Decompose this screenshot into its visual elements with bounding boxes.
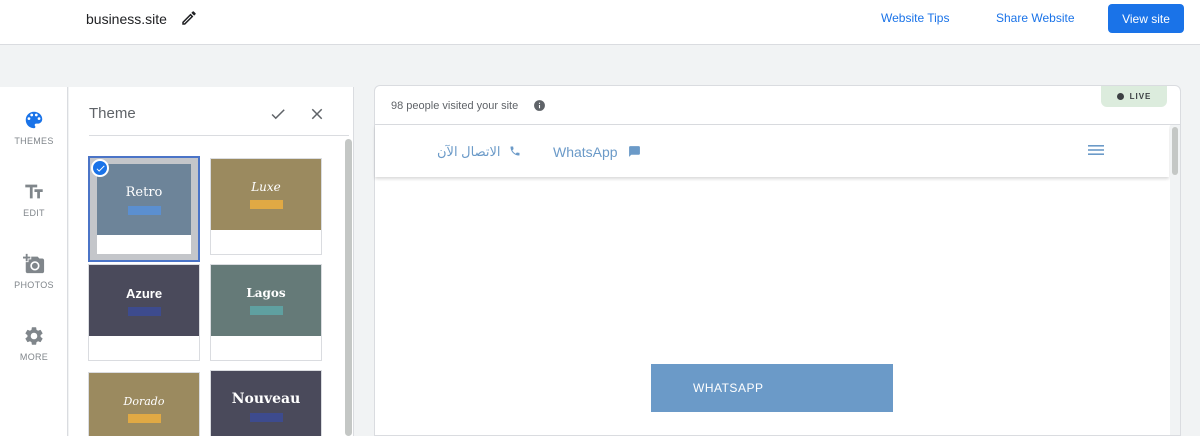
check-icon[interactable] bbox=[269, 105, 287, 123]
hamburger-menu-icon[interactable] bbox=[1088, 143, 1104, 157]
rail-label-themes: THEMES bbox=[14, 136, 54, 146]
website-tips-button[interactable]: Website Tips bbox=[881, 11, 949, 25]
theme-panel: Theme Retro Luxe Azure Lagos Dorado Nouv… bbox=[69, 87, 354, 436]
rail-item-more[interactable]: MORE bbox=[0, 325, 68, 362]
theme-accent-bar bbox=[127, 413, 161, 423]
theme-card-lagos[interactable]: Lagos bbox=[210, 264, 322, 361]
rail-item-photos[interactable]: PHOTOS bbox=[0, 253, 68, 290]
rail-label-photos: PHOTOS bbox=[14, 280, 54, 290]
check-icon bbox=[96, 165, 105, 172]
theme-swatch: Dorado bbox=[89, 373, 199, 436]
theme-card-luxe[interactable]: Luxe bbox=[210, 158, 322, 255]
theme-swatch: Lagos bbox=[211, 265, 321, 336]
site-header: الاتصال الآن WhatsApp bbox=[375, 125, 1169, 177]
site-name: business.site bbox=[86, 11, 167, 27]
live-badge: LIVE bbox=[1101, 86, 1167, 107]
panel-scrollbar[interactable] bbox=[345, 139, 352, 436]
theme-name: Lagos bbox=[246, 286, 286, 300]
live-dot-icon bbox=[1116, 93, 1124, 100]
view-site-button[interactable]: View site bbox=[1108, 4, 1184, 33]
rail-item-themes[interactable]: THEMES bbox=[0, 109, 68, 146]
panel-divider bbox=[89, 135, 349, 136]
theme-swatch: Nouveau bbox=[211, 371, 321, 436]
rail-label-more: MORE bbox=[19, 352, 49, 362]
theme-foot bbox=[97, 235, 191, 254]
theme-name: Azure bbox=[125, 285, 163, 301]
call-now-link[interactable]: الاتصال الآن bbox=[437, 144, 501, 160]
theme-accent-bar bbox=[249, 306, 283, 315]
theme-foot bbox=[211, 336, 321, 360]
top-bar: business.site Website Tips Share Website… bbox=[0, 0, 1200, 45]
theme-accent-bar bbox=[249, 200, 283, 209]
rail-item-edit[interactable]: EDIT bbox=[0, 181, 68, 218]
theme-card-azure[interactable]: Azure bbox=[88, 264, 200, 361]
theme-swatch: Azure bbox=[89, 265, 199, 336]
panel-title: Theme bbox=[89, 105, 136, 122]
theme-name: Dorado bbox=[123, 394, 165, 408]
share-website-button[interactable]: Share Website bbox=[996, 11, 1075, 25]
theme-card-dorado[interactable]: Dorado bbox=[88, 372, 200, 436]
theme-card-retro[interactable]: Retro bbox=[88, 156, 200, 262]
theme-foot bbox=[211, 230, 321, 254]
site-preview: 98 people visited your site LIVE الاتصال… bbox=[374, 85, 1181, 436]
pencil-icon[interactable] bbox=[180, 9, 198, 27]
selected-check-badge bbox=[91, 159, 109, 177]
chat-icon bbox=[629, 146, 640, 157]
theme-name: Luxe bbox=[251, 180, 281, 194]
theme-name: Nouveau bbox=[231, 391, 301, 407]
live-label: LIVE bbox=[1129, 92, 1152, 101]
rail-label-edit: EDIT bbox=[23, 208, 45, 218]
text-format-icon bbox=[25, 184, 43, 199]
theme-swatch: Retro bbox=[97, 164, 191, 235]
close-icon[interactable] bbox=[308, 105, 326, 123]
visitor-count: 98 people visited your site bbox=[391, 100, 519, 112]
add-photo-icon bbox=[23, 253, 45, 274]
theme-accent-bar bbox=[249, 413, 283, 422]
theme-name: Retro bbox=[125, 184, 163, 200]
phone-icon bbox=[510, 146, 520, 156]
preview-scrollbar-thumb[interactable] bbox=[1172, 127, 1178, 175]
theme-swatch: Luxe bbox=[211, 159, 321, 230]
left-rail: THEMES EDIT PHOTOS MORE bbox=[0, 87, 68, 436]
whatsapp-link[interactable]: WhatsApp bbox=[553, 144, 618, 160]
info-icon[interactable] bbox=[533, 99, 546, 112]
palette-icon bbox=[25, 111, 43, 129]
theme-card-nouveau[interactable]: Nouveau bbox=[210, 370, 322, 436]
theme-accent-bar bbox=[127, 205, 161, 215]
theme-accent-bar bbox=[127, 306, 161, 316]
whatsapp-button[interactable]: WHATSAPP bbox=[651, 364, 893, 412]
gear-icon bbox=[25, 327, 43, 345]
theme-foot bbox=[89, 336, 199, 360]
